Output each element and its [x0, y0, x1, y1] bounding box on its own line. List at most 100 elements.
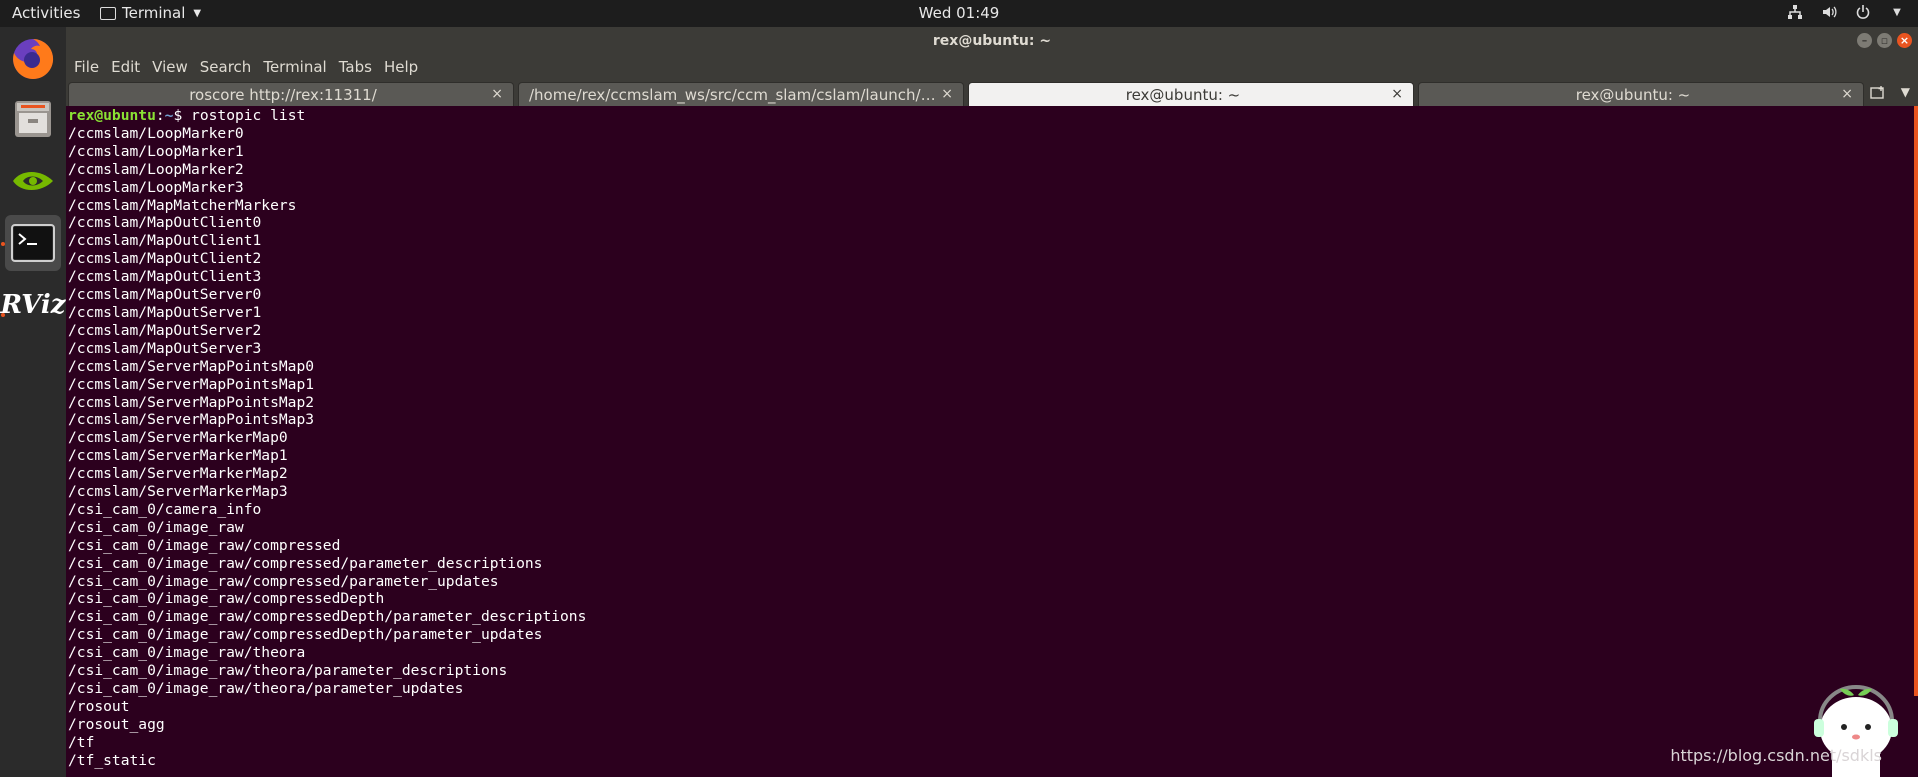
menu-terminal[interactable]: Terminal	[263, 58, 326, 76]
running-indicator	[1, 242, 5, 246]
tab-label: roscore http://rex:11311/	[189, 85, 377, 104]
tab-label: rex@ubuntu: ~	[1575, 85, 1691, 104]
output-line: /ccmslam/MapOutClient0	[68, 214, 262, 232]
output-line: /ccmslam/LoopMarker0	[68, 124, 244, 142]
chevron-down-icon[interactable]: ▼	[1901, 85, 1910, 99]
output-line: /ccmslam/ServerMarkerMap2	[68, 465, 288, 483]
dock-terminal[interactable]	[5, 215, 61, 271]
output-line: /ccmslam/ServerMarkerMap3	[68, 483, 288, 501]
tab-shell[interactable]: rex@ubuntu: ~ ×	[1418, 82, 1864, 106]
output-line: /ccmslam/ServerMarkerMap1	[68, 447, 288, 465]
output-line: /ccmslam/ServerMapPointsMap2	[68, 393, 315, 411]
chevron-down-icon: ▼	[193, 7, 202, 19]
output-line: /ccmslam/MapOutClient1	[68, 232, 262, 250]
output-line: /ccmslam/MapMatcherMarkers	[68, 196, 297, 214]
output-line: /ccmslam/LoopMarker3	[68, 178, 244, 196]
terminal-app-icon	[100, 6, 116, 20]
minimize-button[interactable]: –	[1857, 33, 1872, 48]
menu-view[interactable]: View	[152, 58, 188, 76]
output-line: /csi_cam_0/image_raw/theora/parameter_de…	[68, 662, 508, 680]
watermark-text: https://blog.csdn.net/sdkls	[1670, 746, 1882, 765]
app-menu-label: Terminal	[122, 4, 186, 22]
close-icon[interactable]: ×	[1841, 86, 1853, 102]
output-line: /csi_cam_0/image_raw/theora	[68, 644, 306, 662]
output-line: /csi_cam_0/image_raw/compressed/paramete…	[68, 572, 499, 590]
tab-label: /home/rex/ccmslam_ws/src/ccm_slam/cslam/…	[529, 85, 937, 104]
clock[interactable]: Wed 01:49	[919, 4, 1000, 22]
prompt-sep: :	[155, 107, 165, 124]
menu-search[interactable]: Search	[200, 58, 252, 76]
menu-edit[interactable]: Edit	[111, 58, 140, 76]
close-button[interactable]: ×	[1897, 33, 1912, 48]
terminal-icon	[11, 224, 55, 262]
output-line: /rosout_agg	[68, 715, 165, 733]
output-line: /csi_cam_0/camera_info	[68, 500, 262, 518]
menu-tabs[interactable]: Tabs	[339, 58, 372, 76]
output-line: /csi_cam_0/image_raw/compressed	[68, 536, 341, 554]
title-bar[interactable]: rex@ubuntu: ~ – ▫ ×	[66, 27, 1918, 54]
output-line: /ccmslam/ServerMapPointsMap0	[68, 357, 315, 375]
output-line: /ccmslam/LoopMarker1	[68, 142, 244, 160]
close-icon[interactable]: ×	[491, 86, 503, 102]
output-line: /ccmslam/MapOutServer3	[68, 339, 262, 357]
files-icon	[15, 101, 51, 137]
output-line: /csi_cam_0/image_raw/compressedDepth/par…	[68, 608, 587, 626]
output-line: /ccmslam/ServerMapPointsMap1	[68, 375, 315, 393]
activities-button[interactable]: Activities	[12, 4, 80, 22]
dock-rviz[interactable]: RViz	[0, 277, 65, 333]
output-line: /ccmslam/ServerMarkerMap0	[68, 429, 288, 447]
window-title: rex@ubuntu: ~	[932, 32, 1052, 49]
output-line: /ccmslam/MapOutClient3	[68, 268, 262, 286]
menu-bar: File Edit View Search Terminal Tabs Help	[66, 54, 1918, 80]
terminal-output[interactable]: rex@ubuntu:~$ rostopic list /ccmslam/Loo…	[66, 106, 1918, 777]
firefox-icon	[13, 38, 54, 79]
dock-files[interactable]	[5, 91, 61, 147]
command-text: rostopic list	[191, 107, 306, 124]
output-lines: /ccmslam/LoopMarker0/ccmslam/LoopMarker1…	[68, 125, 1918, 770]
dock-nvidia[interactable]	[5, 153, 61, 209]
new-tab-icon[interactable]	[1870, 85, 1886, 103]
tab-launch[interactable]: /home/rex/ccmslam_ws/src/ccm_slam/cslam/…	[518, 82, 964, 106]
close-icon[interactable]: ×	[1391, 86, 1403, 102]
top-bar: Activities Terminal ▼ Wed 01:49 ▼	[0, 0, 1918, 27]
output-line: /tf	[68, 733, 95, 751]
clock-area: Wed 01:49	[0, 4, 1918, 22]
output-line: /csi_cam_0/image_raw/compressed/paramete…	[68, 554, 543, 572]
nvidia-icon	[9, 161, 57, 201]
menu-file[interactable]: File	[74, 58, 99, 76]
tab-shell-active[interactable]: rex@ubuntu: ~ ×	[968, 82, 1414, 106]
output-line: /tf_static	[68, 751, 156, 769]
volume-icon[interactable]	[1820, 3, 1838, 21]
output-line: /ccmslam/MapOutServer2	[68, 321, 262, 339]
scrollbar[interactable]	[1914, 106, 1918, 696]
output-line: /csi_cam_0/image_raw/compressedDepth	[68, 590, 385, 608]
menu-help[interactable]: Help	[384, 58, 418, 76]
network-icon[interactable]	[1786, 3, 1804, 21]
output-line: /ccmslam/MapOutServer0	[68, 286, 262, 304]
output-line: /ccmslam/LoopMarker2	[68, 160, 244, 178]
terminal-window: rex@ubuntu: ~ – ▫ × File Edit View Searc…	[66, 27, 1918, 777]
tab-bar: roscore http://rex:11311/ × /home/rex/cc…	[66, 80, 1918, 106]
close-icon[interactable]: ×	[941, 86, 953, 102]
chevron-down-icon[interactable]: ▼	[1888, 3, 1906, 21]
prompt-user: rex@ubuntu	[68, 107, 156, 124]
prompt-line: rex@ubuntu:~$ rostopic list	[68, 107, 1918, 125]
system-tray[interactable]: ▼	[1786, 3, 1906, 21]
dock: RViz	[0, 27, 66, 777]
output-line: /ccmslam/MapOutClient2	[68, 250, 262, 268]
output-line: /ccmslam/MapOutServer1	[68, 303, 262, 321]
power-icon[interactable]	[1854, 3, 1872, 21]
rviz-icon: RViz	[0, 290, 66, 320]
output-line: /csi_cam_0/image_raw	[68, 518, 244, 536]
dock-firefox[interactable]	[5, 31, 61, 87]
output-line: /ccmslam/ServerMapPointsMap3	[68, 411, 315, 429]
tab-label: rex@ubuntu: ~	[1125, 85, 1241, 104]
window-controls: – ▫ ×	[1857, 33, 1912, 48]
output-line: /csi_cam_0/image_raw/theora/parameter_up…	[68, 680, 464, 697]
running-indicator	[1, 313, 5, 317]
app-menu[interactable]: Terminal ▼	[100, 4, 201, 22]
maximize-button[interactable]: ▫	[1877, 33, 1892, 48]
prompt-symbol: $	[173, 107, 192, 124]
output-line: /rosout	[68, 697, 130, 715]
tab-roscore[interactable]: roscore http://rex:11311/ ×	[68, 82, 514, 106]
